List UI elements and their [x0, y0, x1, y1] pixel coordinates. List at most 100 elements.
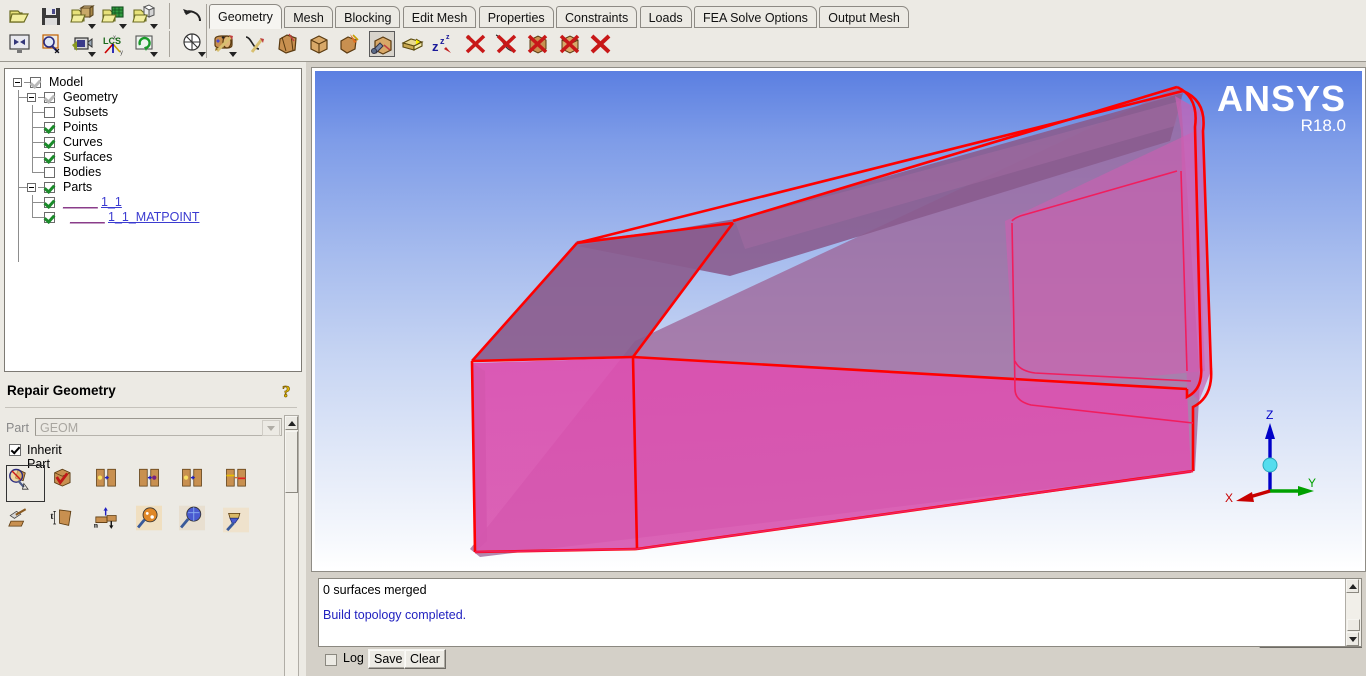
chevron-down-icon[interactable] [150, 52, 159, 57]
open-geometry-icon[interactable] [69, 3, 96, 29]
svg-text:n: n [93, 520, 98, 529]
save-log-button[interactable]: Save [368, 649, 409, 669]
graphics-viewport[interactable]: ANSYS R18.0 Z Y X [315, 71, 1362, 568]
tree-checkbox[interactable] [44, 137, 55, 148]
delete-any-icon[interactable] [588, 31, 614, 57]
transform-geometry-icon[interactable] [337, 31, 363, 57]
scrollbar-thumb[interactable] [1347, 619, 1360, 631]
axis-triad[interactable]: Z Y X [1224, 403, 1320, 513]
tree-item-points[interactable]: Points [13, 120, 293, 135]
clear-log-button[interactable]: Clear [404, 649, 446, 669]
scrollbar-thumb[interactable] [285, 431, 298, 493]
fit-window-icon[interactable] [7, 31, 33, 57]
tree-checkbox[interactable] [30, 77, 41, 88]
stitch-edges-icon[interactable] [223, 465, 262, 502]
split-edge-icon[interactable] [179, 465, 218, 502]
tree-item-geometry[interactable]: Geometry [13, 90, 293, 105]
tab-loads[interactable]: Loads [639, 6, 692, 28]
tree-item-surfaces[interactable]: Surfaces [13, 150, 293, 165]
delete-surface-icon[interactable] [525, 31, 551, 57]
set-thickness-icon[interactable]: t [49, 505, 88, 542]
scroll-up-icon[interactable] [285, 416, 298, 430]
tree-checkbox[interactable] [44, 152, 55, 163]
delete-curve-icon[interactable] [494, 31, 520, 57]
inherit-part-checkbox[interactable] [9, 444, 21, 456]
expander-icon[interactable] [27, 183, 36, 192]
remove-hole-icon[interactable] [6, 505, 45, 542]
lcs-icon[interactable]: LCS y x [101, 31, 127, 57]
tree-item-model[interactable]: Model [13, 75, 293, 90]
tree-checkbox[interactable] [44, 197, 55, 208]
tree-checkbox[interactable] [44, 167, 55, 178]
create-surface-icon[interactable] [275, 31, 301, 57]
repair-single-surface-icon[interactable] [179, 505, 218, 542]
tree-item-part-1-1[interactable]: _____ 1_1 [13, 195, 293, 210]
tab-mesh[interactable]: Mesh [284, 6, 333, 28]
tab-properties[interactable]: Properties [478, 6, 554, 28]
tree-line [32, 112, 44, 113]
tree-item-parts[interactable]: Parts [13, 180, 293, 195]
divider [5, 407, 297, 408]
create-body-icon[interactable] [306, 31, 332, 57]
log-checkbox[interactable] [325, 654, 337, 666]
tab-edit-mesh[interactable]: Edit Mesh [402, 6, 477, 28]
tree-checkbox[interactable] [44, 107, 55, 118]
tree-checkbox[interactable] [44, 182, 55, 193]
zoom-box-icon[interactable] [38, 31, 64, 57]
repair-geometry-icon[interactable] [368, 31, 395, 57]
chevron-down-icon[interactable] [119, 24, 128, 29]
chevron-down-icon[interactable] [87, 52, 96, 57]
panel-scrollbar[interactable] [284, 415, 299, 676]
scroll-up-icon[interactable] [1346, 579, 1359, 593]
tree-item-part-1-1-matpoint[interactable]: _____ 1_1_MATPOINT [13, 210, 293, 225]
tab-fea-solve-options[interactable]: FEA Solve Options [694, 6, 817, 28]
expander-icon[interactable] [13, 78, 22, 87]
undo-icon[interactable] [180, 3, 206, 29]
open-blocking-icon[interactable] [132, 3, 159, 29]
message-panel[interactable]: 0 surfaces merged Build topology complet… [318, 578, 1362, 647]
message-scrollbar[interactable] [1345, 579, 1361, 646]
tree-line [32, 157, 44, 158]
delete-body-icon[interactable] [557, 31, 583, 57]
display-parts-icon[interactable] [180, 31, 207, 57]
close-holes-icon[interactable] [49, 465, 88, 502]
chevron-down-icon[interactable] [87, 24, 96, 29]
expander-icon[interactable] [27, 93, 36, 102]
graphics-viewport-frame: ANSYS R18.0 Z Y X https://blog.csdn [311, 67, 1366, 648]
build-diagnostic-topology-icon[interactable] [6, 465, 45, 502]
model-tree[interactable]: Model Geometry Subsets Points Curves Sur… [4, 68, 302, 372]
check-geometry-icon[interactable] [136, 505, 175, 542]
create-curve-icon[interactable] [243, 31, 269, 57]
tab-blocking[interactable]: Blocking [335, 6, 401, 28]
tab-constraints[interactable]: Constraints [556, 6, 638, 28]
chevron-down-icon[interactable] [150, 24, 159, 29]
merge-edges-icon[interactable] [136, 465, 175, 502]
chevron-down-icon[interactable] [198, 52, 207, 57]
adjust-normals-icon[interactable]: n [93, 505, 132, 542]
tree-item-subsets[interactable]: Subsets [13, 105, 293, 120]
create-midsurface-icon[interactable] [400, 31, 426, 57]
tree-item-curves[interactable]: Curves [13, 135, 293, 150]
part-combo[interactable]: GEOM [35, 418, 282, 436]
refresh-icon[interactable] [132, 31, 159, 57]
tab-geometry[interactable]: Geometry [209, 4, 282, 29]
tree-item-bodies[interactable]: Bodies [13, 165, 293, 180]
tree-checkbox[interactable] [44, 212, 55, 223]
delete-point-icon[interactable] [463, 31, 489, 57]
create-point-icon[interactable] [212, 31, 238, 57]
save-picture-icon[interactable] [70, 31, 96, 57]
chevron-down-icon[interactable] [262, 420, 280, 436]
toolbar-separator [206, 4, 207, 58]
scroll-down-icon[interactable] [1346, 632, 1359, 646]
save-file-icon[interactable] [38, 3, 64, 29]
help-question-icon[interactable]: ? [278, 380, 302, 407]
build-topology-single-icon[interactable] [93, 465, 132, 502]
open-mesh-icon[interactable] [101, 3, 128, 29]
open-file-icon[interactable] [7, 3, 33, 29]
show-errors-icon[interactable] [222, 507, 262, 544]
toolbar-separator [168, 31, 170, 57]
restore-dormant-icon[interactable]: zzz [431, 31, 457, 57]
tree-checkbox[interactable] [44, 92, 55, 103]
tab-output-mesh[interactable]: Output Mesh [819, 6, 909, 28]
tree-checkbox[interactable] [44, 122, 55, 133]
